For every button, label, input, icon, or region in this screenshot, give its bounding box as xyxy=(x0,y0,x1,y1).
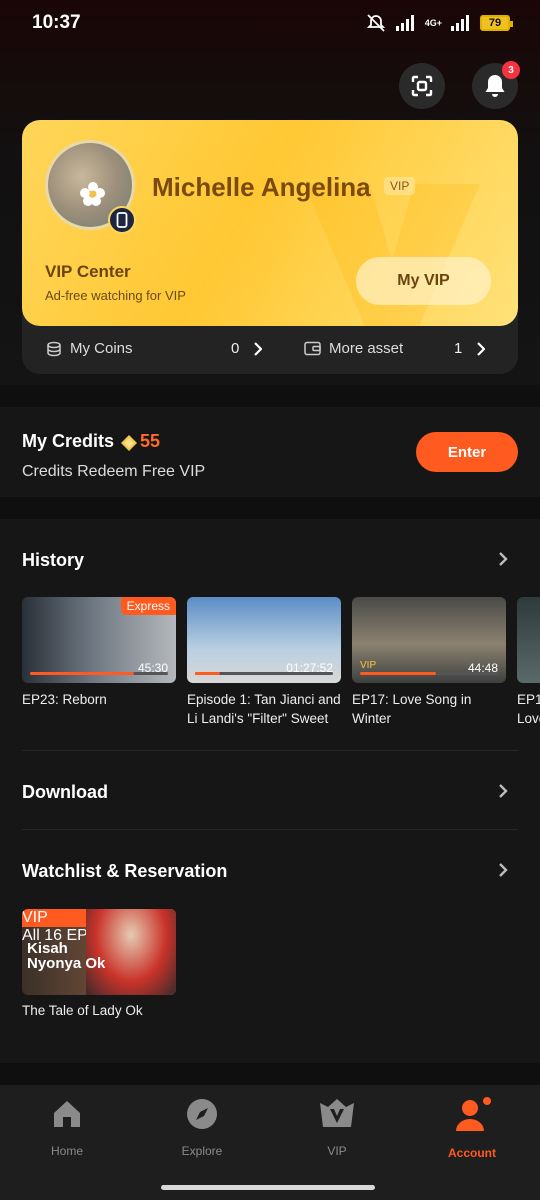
more-asset-value: 1 xyxy=(454,340,463,357)
scan-button[interactable] xyxy=(399,63,445,109)
more-asset-label: More asset xyxy=(329,340,404,357)
battery-icon: 79 xyxy=(480,15,513,31)
wallet-icon xyxy=(304,341,321,356)
credits-title: My Credits xyxy=(22,431,115,451)
history-item-title[interactable]: EP1 Love xyxy=(517,690,540,728)
bottom-nav: Home Explore VIP Account xyxy=(0,1085,540,1200)
flower-icon xyxy=(80,182,105,206)
notification-button[interactable]: 3 xyxy=(472,61,520,109)
chevron-right-icon xyxy=(254,341,263,356)
chevron-right-icon xyxy=(477,341,486,356)
poster-title-1: Kisah xyxy=(27,940,68,957)
nav-explore-label: Explore xyxy=(181,1144,223,1158)
device-badge-icon xyxy=(108,206,136,234)
progress-fill xyxy=(30,672,134,675)
nav-account-label: Account xyxy=(448,1146,496,1160)
history-item-1[interactable]: Express 45:30 xyxy=(22,597,176,683)
nav-account[interactable]: Account xyxy=(422,1097,522,1160)
vip-tag: VIP xyxy=(384,177,416,195)
divider xyxy=(22,750,518,751)
home-icon xyxy=(54,1101,80,1127)
more-asset-value-group[interactable]: 1 xyxy=(454,340,486,357)
my-coins-value-group[interactable]: 0 xyxy=(231,340,263,357)
watchlist-title[interactable]: Watchlist & Reservation xyxy=(22,861,227,882)
download-title[interactable]: Download xyxy=(22,782,108,803)
enter-button[interactable]: Enter xyxy=(416,432,518,472)
nav-explore[interactable]: Explore xyxy=(152,1097,252,1158)
vip-center-subtitle: Ad-free watching for VIP xyxy=(45,288,186,303)
history-item-4[interactable] xyxy=(517,597,540,683)
status-bar: 10:37 4G+ 79 xyxy=(0,0,540,48)
watchlist-item-title[interactable]: The Tale of Lady Ok xyxy=(22,1003,143,1018)
network-type: 4G+ xyxy=(424,17,442,28)
notification-badge: 3 xyxy=(502,61,520,79)
nav-home[interactable]: Home xyxy=(17,1097,117,1158)
vip-card[interactable]: Michelle Angelina VIP VIP Center Ad-free… xyxy=(22,120,518,326)
history-item-2[interactable]: 01:27:52 xyxy=(187,597,341,683)
signal-icon xyxy=(395,15,414,31)
progress-fill xyxy=(195,672,220,675)
download-chevron-icon[interactable] xyxy=(497,783,509,799)
express-tag: Express xyxy=(120,597,176,615)
coins-icon xyxy=(47,341,61,356)
watchlist-chevron-icon[interactable] xyxy=(497,862,509,878)
mute-icon xyxy=(366,14,385,32)
home-indicator[interactable] xyxy=(161,1185,375,1190)
account-icon xyxy=(456,1097,491,1131)
my-coins-value: 0 xyxy=(231,340,240,357)
credits-panel: My Credits 55 Credits Redeem Free VIP En… xyxy=(0,407,540,497)
divider xyxy=(22,829,518,830)
bell-icon xyxy=(485,75,505,97)
credits-value: 55 xyxy=(140,431,161,451)
my-vip-button[interactable]: My VIP xyxy=(356,257,491,305)
history-item-title[interactable]: EP17: Love Song in Winter xyxy=(352,690,506,728)
asset-row: My Coins 0 More asset 1 xyxy=(22,326,518,374)
history-title[interactable]: History xyxy=(22,550,84,571)
diamond-icon xyxy=(121,435,137,451)
history-item-title[interactable]: Episode 1: Tan Jianci and Li Landi's "Fi… xyxy=(187,690,341,728)
signal-icon-2 xyxy=(451,15,469,31)
vip-icon xyxy=(320,1099,354,1127)
duration: 45:30 xyxy=(137,661,168,675)
nav-vip-label: VIP xyxy=(327,1144,347,1158)
more-asset-item[interactable]: More asset xyxy=(304,340,403,357)
vip-card-container: Michelle Angelina VIP VIP Center Ad-free… xyxy=(22,120,518,374)
vip-tag: VIP xyxy=(360,660,377,671)
poster-title-2: Nyonya Ok xyxy=(27,955,106,972)
battery-level: 79 xyxy=(488,17,502,29)
progress-fill xyxy=(360,672,436,675)
duration: 01:27:52 xyxy=(286,661,333,675)
user-name: Michelle Angelina xyxy=(152,172,371,202)
history-chevron-icon[interactable] xyxy=(497,551,509,567)
credits-subtitle: Credits Redeem Free VIP xyxy=(22,463,206,480)
history-item-3[interactable]: VIP 44:48 xyxy=(352,597,506,683)
watchlist-item[interactable]: Kisah Nyonya Ok VIP All 16 EPs xyxy=(22,909,176,995)
duration: 44:48 xyxy=(467,661,498,675)
vip-center-title[interactable]: VIP Center xyxy=(45,262,131,282)
status-icons: 4G+ 79 xyxy=(365,13,513,33)
my-coins-label: My Coins xyxy=(70,340,133,357)
compass-icon xyxy=(187,1099,217,1129)
history-item-title[interactable]: EP23: Reborn xyxy=(22,690,176,709)
scan-icon xyxy=(411,75,433,97)
my-coins-item[interactable]: My Coins xyxy=(46,340,133,357)
nav-vip[interactable]: VIP xyxy=(287,1097,387,1158)
nav-home-label: Home xyxy=(50,1144,83,1158)
poster-image xyxy=(86,909,176,995)
status-time: 10:37 xyxy=(32,12,81,33)
main-panel: History Express 45:30 EP23: Reborn 01:27… xyxy=(0,519,540,1063)
